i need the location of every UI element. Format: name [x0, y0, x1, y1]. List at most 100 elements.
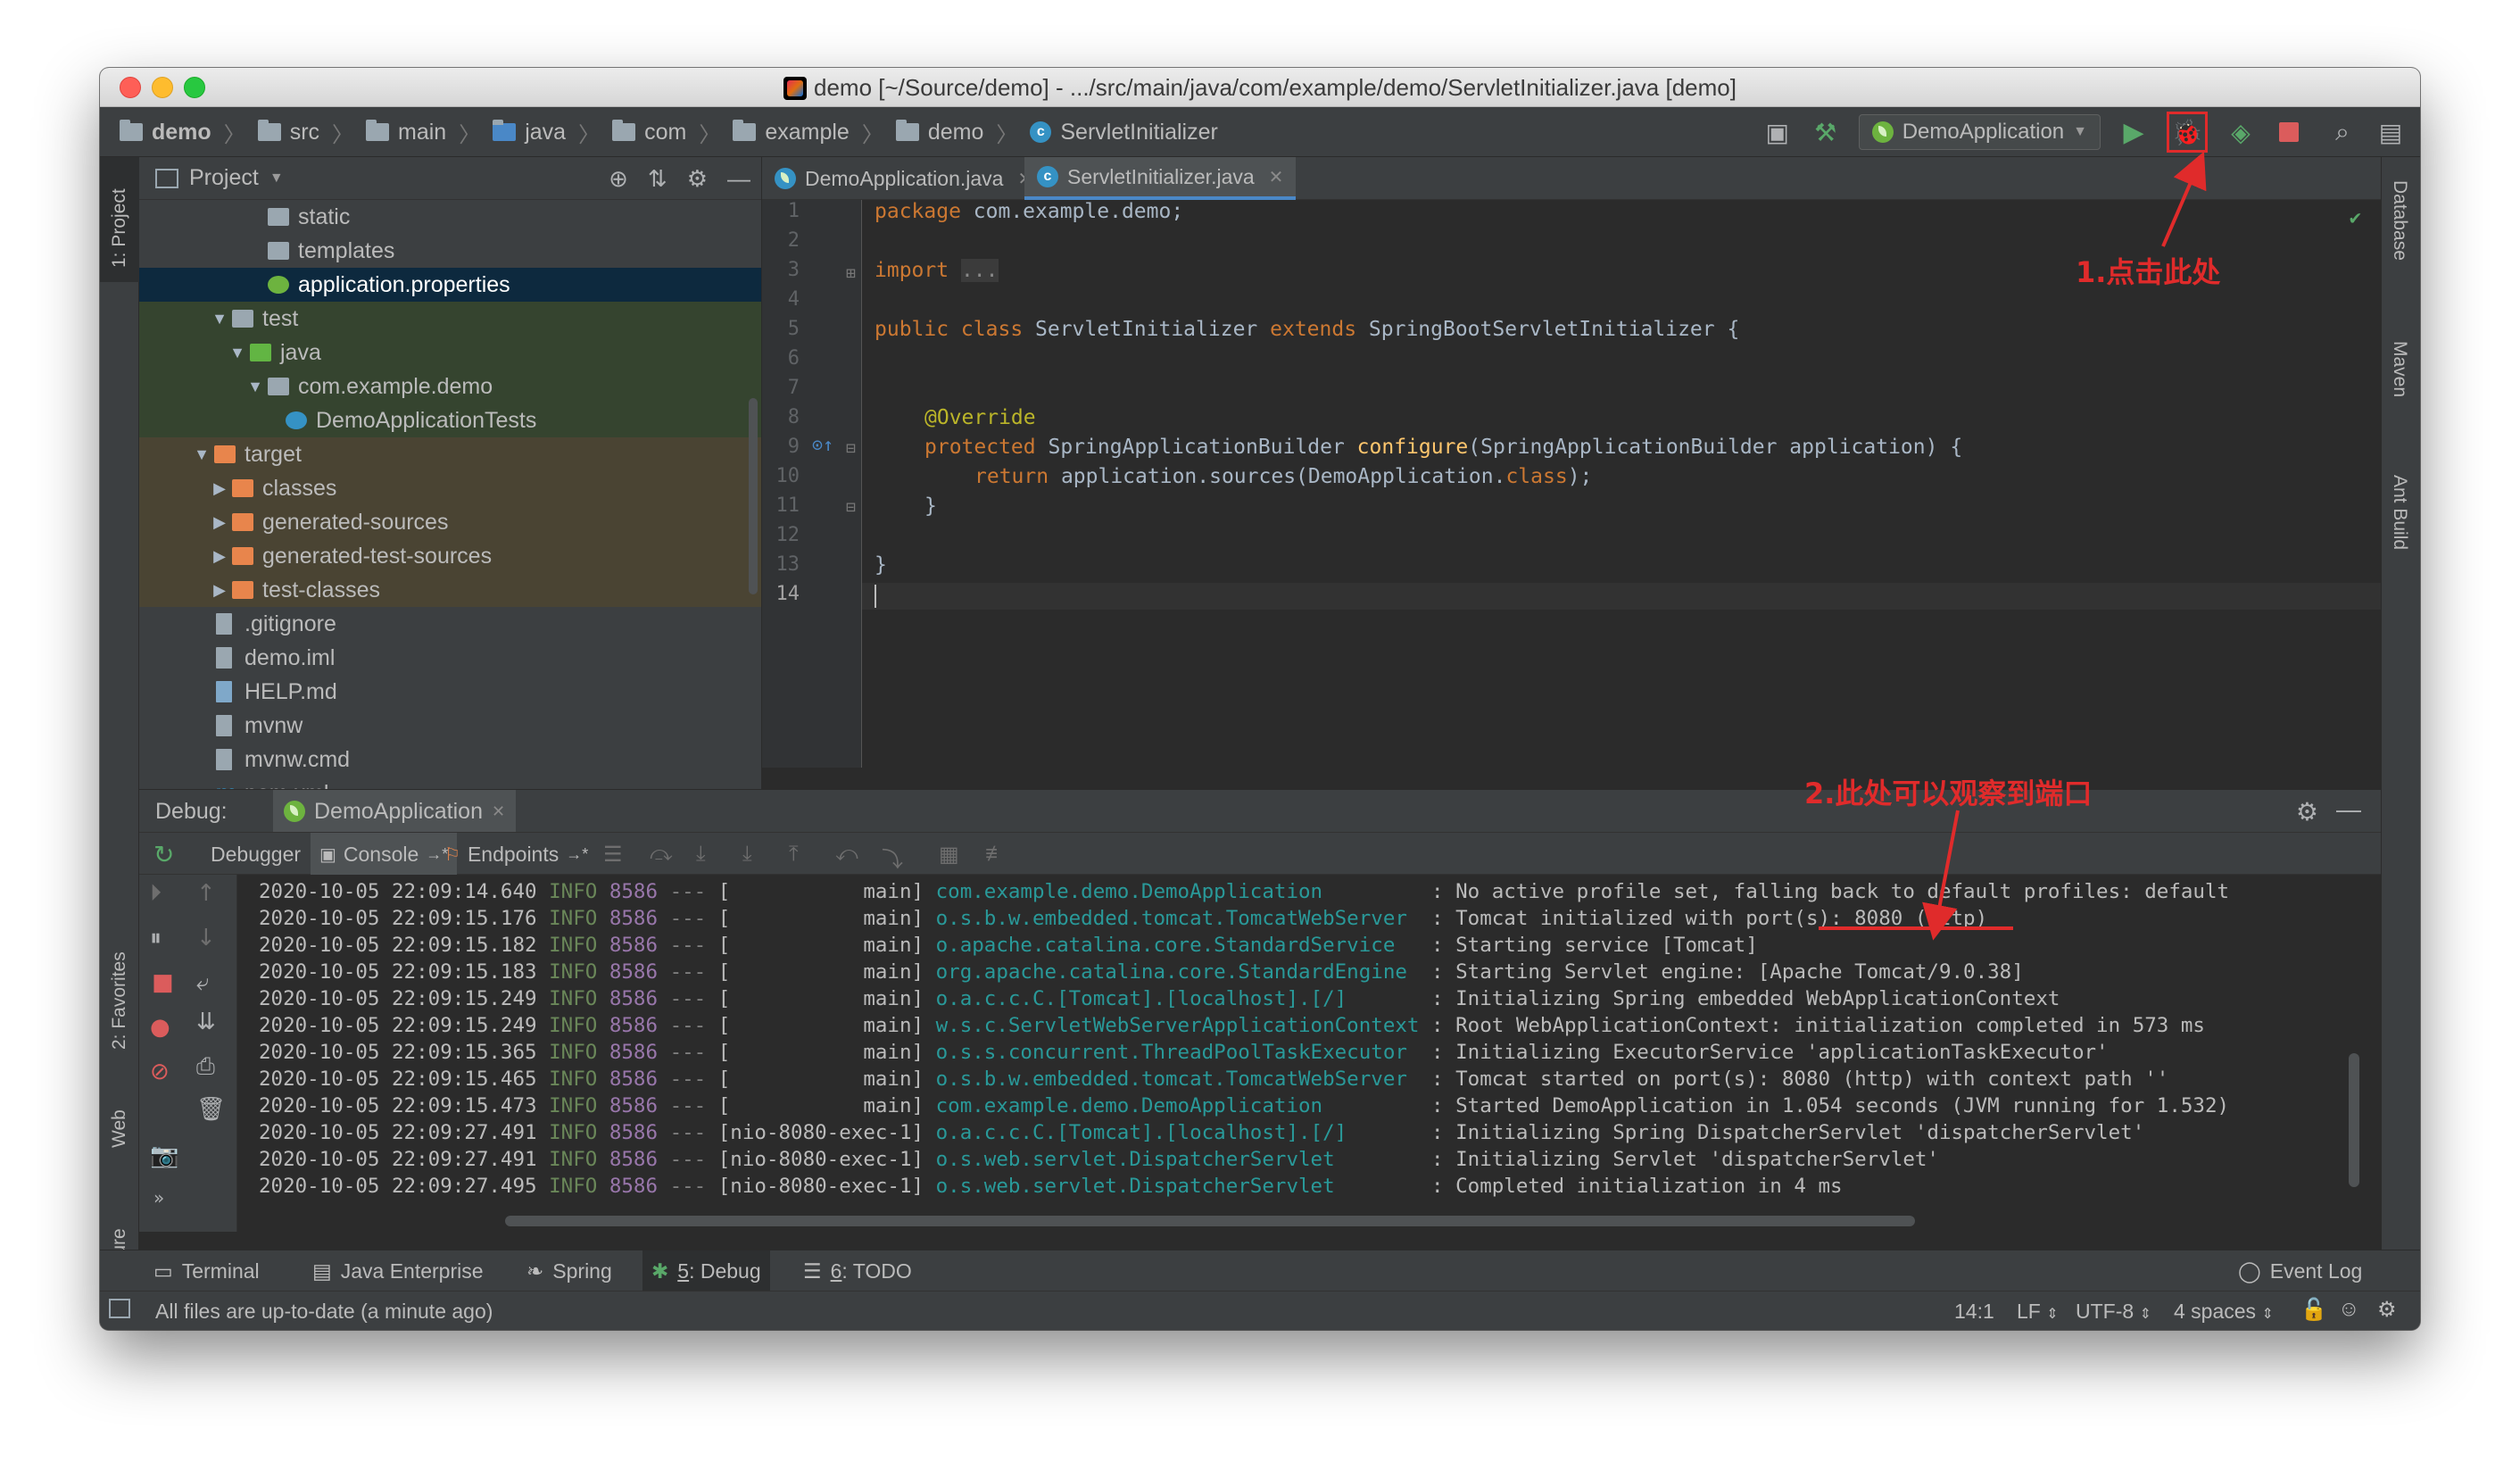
close-tab-icon[interactable]: ✕ [492, 802, 505, 821]
tab-web[interactable]: Web [100, 1085, 139, 1166]
event-log-button[interactable]: ◯ Event Log [2229, 1250, 2371, 1292]
chevron-down-icon[interactable]: ▼ [269, 170, 284, 187]
crumb-demo-package[interactable]: demo 〉 [895, 117, 1031, 148]
crumb-com[interactable]: com 〉 [612, 117, 733, 148]
crumb-example[interactable]: example 〉 [733, 117, 896, 148]
tree-item-mvnw-cmd[interactable]: mvnw.cmd [139, 743, 761, 777]
view-breakpoints-icon[interactable]: ● [150, 1014, 170, 1041]
todo-button[interactable]: ☰ 6: TODO [794, 1250, 921, 1292]
expand-arrow-icon[interactable]: ▼ [211, 302, 228, 336]
tree-item-java[interactable]: ▼ java [139, 336, 761, 370]
tree-item-pom-xml[interactable]: mpom.xml [139, 777, 761, 790]
tree-item-classes[interactable]: ▶ classes [139, 471, 761, 505]
tree-item-gitignore[interactable]: .gitignore [139, 607, 761, 641]
stop-button[interactable] [2274, 117, 2304, 147]
gear-icon[interactable]: ⚙ [687, 165, 708, 193]
tab-favorites[interactable]: 2: Favorites [100, 907, 139, 1059]
crumb-demo[interactable]: demo 〉 [120, 117, 258, 148]
fold-icon[interactable]: ⊞ [846, 264, 856, 283]
rerun-icon[interactable]: ↻ [153, 840, 174, 869]
debug-session-tab[interactable]: DemoApplication ✕ [273, 790, 517, 833]
tab-demoapplication-java[interactable]: DemoApplication.java ✕ [762, 157, 1045, 200]
crumb-java[interactable]: java 〉 [493, 117, 612, 148]
run-to-cursor-icon[interactable]: ⤵ [882, 842, 903, 873]
search-icon[interactable]: ⌕ [2327, 117, 2358, 147]
tree-item-static[interactable]: static [139, 200, 761, 234]
collapse-arrow-icon[interactable]: ▶ [211, 505, 228, 539]
print-icon[interactable]: ⎙ [196, 1053, 215, 1081]
spring-button[interactable]: ❧ Spring [518, 1250, 621, 1292]
terminal-button[interactable]: ▭ Terminal [145, 1250, 269, 1292]
step-out-icon[interactable]: ⤒ [789, 842, 799, 867]
status-message[interactable]: All files are up-to-date (a minute ago) [155, 1300, 493, 1324]
step-over-icon[interactable]: ⤼ [650, 842, 673, 867]
collapse-arrow-icon[interactable]: ▶ [211, 573, 228, 607]
crumb-servletinitializer[interactable]: c ServletInitializer [1030, 120, 1218, 145]
run-configuration-select[interactable]: DemoApplication ▼ [1858, 114, 2101, 150]
step-into-icon[interactable]: ⤓ [696, 842, 706, 867]
encoding-select[interactable]: UTF-8 ⇕ [2076, 1300, 2151, 1324]
expand-arrow-icon[interactable]: ▼ [246, 370, 264, 403]
tab-maven[interactable]: Maven [2382, 336, 2420, 443]
evaluate-expression-icon[interactable]: ▦ [939, 842, 959, 868]
project-view-select[interactable]: Project [189, 165, 259, 191]
tree-item-target[interactable]: ▼ target [139, 437, 761, 471]
fold-icon[interactable]: ⊟ [846, 439, 856, 458]
inspector-icon[interactable]: ☺ [2338, 1297, 2360, 1322]
crumb-src[interactable]: src 〉 [257, 117, 366, 148]
debug-button[interactable]: 🐞 [2167, 112, 2208, 153]
indent-select[interactable]: 4 spaces ⇕ [2174, 1300, 2274, 1324]
expand-arrow-icon[interactable]: ▼ [228, 336, 246, 370]
tree-item-mvnw[interactable]: mvnw [139, 709, 761, 743]
tree-item-test-classes[interactable]: ▶ test-classes [139, 573, 761, 607]
up-arrow-icon[interactable]: ↑ [196, 880, 216, 907]
tab-servletinitializer-java[interactable]: c ServletInitializer.java ✕ [1024, 157, 1297, 200]
tab-endpoints[interactable]: ⚐ Endpoints →* [435, 833, 597, 876]
collapse-arrow-icon[interactable]: ▶ [211, 471, 228, 505]
horizontal-scrollbar[interactable] [505, 1216, 1915, 1226]
tree-item-generated-sources[interactable]: ▶ generated-sources [139, 505, 761, 539]
project-scrollbar[interactable] [749, 398, 758, 594]
tree-item-test[interactable]: ▼ test [139, 302, 761, 336]
tree-item-application-properties[interactable]: application.properties [139, 268, 761, 302]
force-step-into-icon[interactable]: ⤓ [742, 842, 752, 867]
caret-position[interactable]: 14:1 [1954, 1300, 1994, 1324]
debug-tool-button[interactable]: ✱ 5: Debug [642, 1250, 770, 1292]
clear-all-icon[interactable]: 🗑 [196, 1096, 226, 1123]
more-icon[interactable]: » [153, 1187, 164, 1209]
camera-icon[interactable]: 📷 [150, 1142, 178, 1169]
tool-windows-toggle-icon[interactable] [109, 1299, 130, 1318]
locate-icon[interactable]: ⊕ [609, 165, 628, 193]
tab-debugger[interactable]: Debugger [202, 833, 310, 876]
tree-item-com-example-demo[interactable]: ▼ com.example.demo [139, 370, 761, 403]
project-structure-icon[interactable]: ▣ [1762, 117, 1793, 147]
vertical-scrollbar[interactable] [2349, 1053, 2359, 1187]
gear-icon[interactable]: ⚙ [2296, 797, 2318, 827]
tree-item-help-md[interactable]: HELP.md [139, 675, 761, 709]
override-marker-icon[interactable]: ⊙↑ [812, 434, 833, 455]
tree-item-generated-test-sources[interactable]: ▶ generated-test-sources [139, 539, 761, 573]
resume-icon[interactable]: ⏵ [150, 880, 162, 908]
console-output[interactable]: 2020-10-05 22:09:14.640 INFO 8586 --- [ … [237, 875, 2363, 1232]
lock-icon[interactable]: 🔓 [2300, 1297, 2327, 1323]
pause-icon[interactable]: ⏸ [150, 925, 162, 952]
down-arrow-icon[interactable]: ↓ [196, 925, 216, 951]
fold-icon[interactable]: ⊟ [846, 498, 856, 517]
project-view-icon[interactable]: ▤ [2375, 117, 2406, 147]
memory-indicator-icon[interactable]: ⚙ [2377, 1297, 2397, 1323]
close-tab-icon[interactable]: ✕ [1269, 166, 1284, 188]
tab-database[interactable]: Database [2382, 175, 2420, 309]
tree-item-demo-iml[interactable]: demo.iml [139, 641, 761, 675]
line-separator-select[interactable]: LF ⇕ [2017, 1300, 2059, 1324]
mute-breakpoints-icon[interactable]: ⊘ [150, 1059, 170, 1085]
collapse-all-icon[interactable]: ⇅ [648, 165, 667, 193]
build-hammer-icon[interactable]: ⚒ [1811, 117, 1841, 147]
collapse-arrow-icon[interactable]: ▶ [211, 539, 228, 573]
tree-item-templates[interactable]: templates [139, 234, 761, 268]
hide-icon[interactable]: — [2336, 795, 2361, 824]
show-execution-point-icon[interactable]: ☰ [603, 842, 623, 868]
run-button[interactable]: ▶ [2118, 117, 2149, 147]
expand-arrow-icon[interactable]: ▼ [193, 437, 211, 471]
scroll-to-end-icon[interactable]: ⇊ [196, 1009, 216, 1035]
run-with-coverage-button[interactable]: ◈ [2226, 117, 2256, 147]
